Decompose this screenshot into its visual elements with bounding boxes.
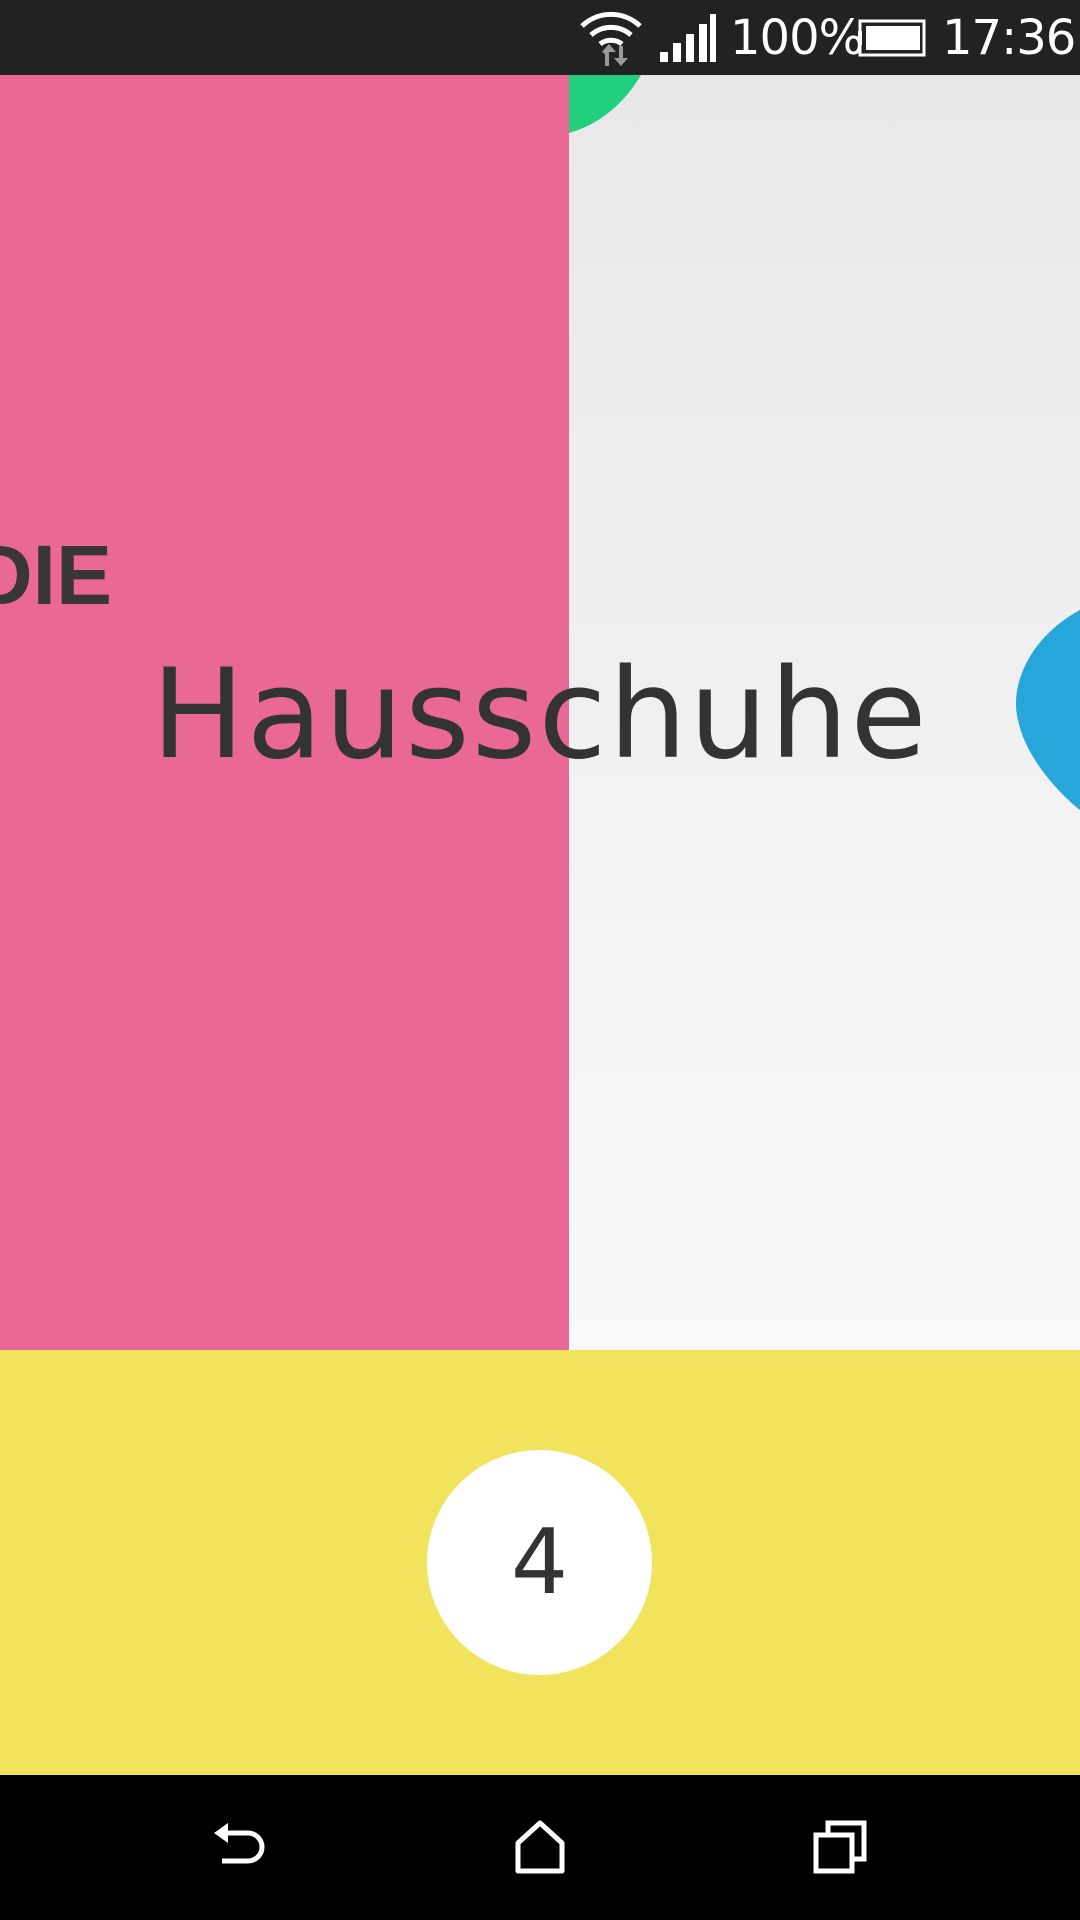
recents-button[interactable] (790, 1797, 890, 1897)
battery-icon (858, 19, 926, 57)
word-card-carousel[interactable]: DIE Hausschuhe (0, 75, 1080, 1350)
counter-circle[interactable]: 4 (427, 1450, 652, 1675)
app-screen: 100% 17:36 DIE Hausschuhe 4 (0, 0, 1080, 1920)
counter-value: 4 (510, 1510, 569, 1615)
recents-icon (813, 1820, 867, 1874)
back-button[interactable] (190, 1797, 290, 1897)
current-word: Hausschuhe (151, 643, 929, 787)
status-clock: 17:36 (942, 10, 1076, 66)
battery-percent: 100% (730, 10, 864, 66)
status-bar: 100% 17:36 (0, 0, 1080, 75)
home-button[interactable] (490, 1797, 590, 1897)
navigation-bar (0, 1775, 1080, 1920)
back-icon (214, 1823, 265, 1864)
counter-panel: 4 (0, 1350, 1080, 1775)
green-blob-decoration (569, 75, 641, 133)
home-icon (515, 1820, 565, 1874)
signal-icon (660, 14, 716, 62)
wifi-icon (580, 11, 642, 66)
previous-word-text: DIE (0, 528, 113, 622)
